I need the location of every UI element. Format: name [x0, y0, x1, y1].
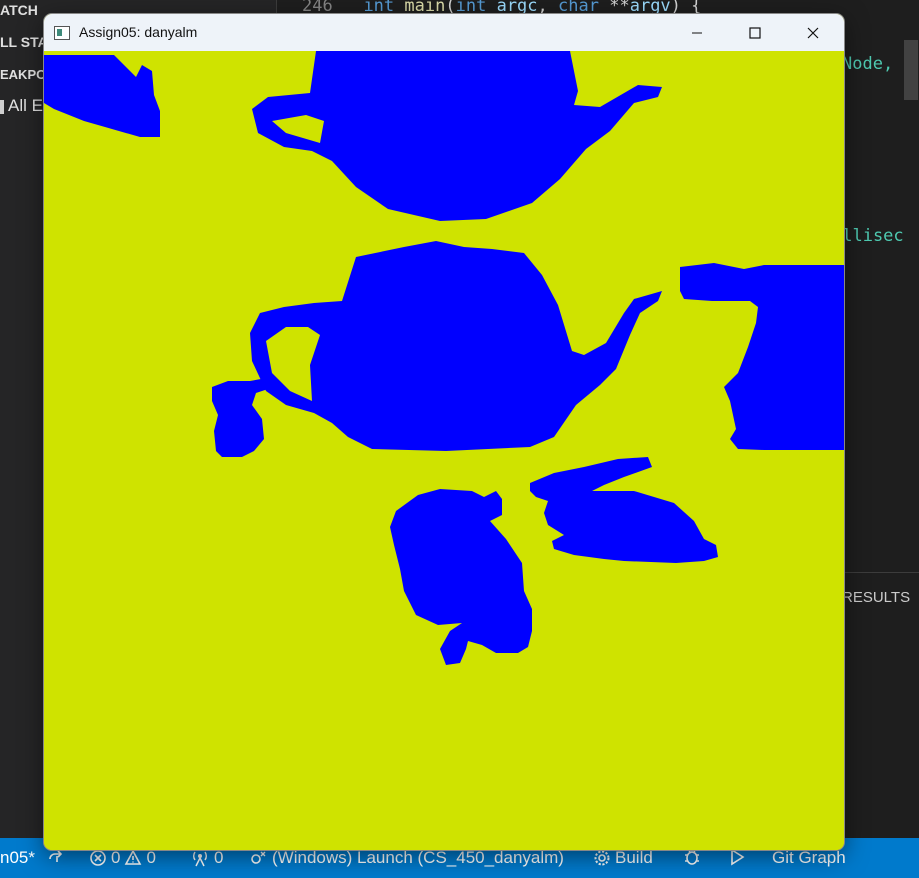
play-icon: [731, 848, 745, 866]
broadcast-icon: [193, 851, 207, 867]
git-graph-button[interactable]: Git Graph: [772, 848, 846, 868]
launch-config[interactable]: (Windows) Launch (CS_450_danyalm): [248, 848, 564, 868]
sync-icon[interactable]: [47, 848, 67, 866]
ports-status[interactable]: 0: [190, 848, 223, 868]
render-viewport[interactable]: [44, 51, 844, 850]
warning-icon: [125, 849, 142, 865]
window-title: Assign05: danyalm: [79, 24, 198, 40]
app-window-icon: [54, 26, 70, 40]
debug-button[interactable]: [682, 848, 702, 866]
build-button[interactable]: Build: [593, 848, 653, 868]
warning-count: 0: [146, 848, 156, 867]
close-icon: [807, 27, 819, 38]
launch-label: (Windows) Launch (CS_450_danyalm): [272, 848, 564, 867]
scene-canvas: [44, 51, 844, 850]
bug-icon: [685, 850, 699, 865]
checkbox-icon[interactable]: [0, 99, 4, 114]
breakpoint-label: All E: [8, 96, 43, 115]
gear-icon: [594, 850, 610, 866]
app-window: Assign05: danyalm: [44, 14, 844, 850]
breakpoints-section-label[interactable]: EAKPO: [0, 67, 46, 82]
debug-gear-icon: [251, 851, 266, 864]
window-titlebar[interactable]: Assign05: danyalm: [44, 14, 844, 51]
call-stack-section-label[interactable]: LL STA: [0, 34, 48, 50]
maximize-icon: [749, 26, 761, 39]
breakpoint-item[interactable]: All E: [0, 96, 43, 116]
problems-status[interactable]: 0 0: [89, 848, 156, 868]
editor-scrollbar[interactable]: [904, 40, 918, 100]
close-button[interactable]: [784, 14, 842, 51]
error-count: 0: [111, 848, 121, 867]
branch-status[interactable]: n05*: [0, 848, 35, 868]
maximize-button[interactable]: [726, 14, 784, 51]
code-fragment-node[interactable]: Node, g: [842, 54, 914, 74]
error-icon: [90, 850, 106, 866]
build-label: Build: [615, 848, 653, 867]
watch-section-label[interactable]: ATCH: [0, 2, 38, 18]
git-graph-label: Git Graph: [772, 848, 846, 867]
ports-count: 0: [214, 848, 224, 867]
tab-results[interactable]: RESULTS: [842, 589, 910, 606]
branch-label: n05*: [0, 848, 35, 867]
minimize-button[interactable]: [668, 14, 726, 51]
run-button[interactable]: [729, 848, 745, 866]
minimize-icon: [692, 32, 702, 33]
